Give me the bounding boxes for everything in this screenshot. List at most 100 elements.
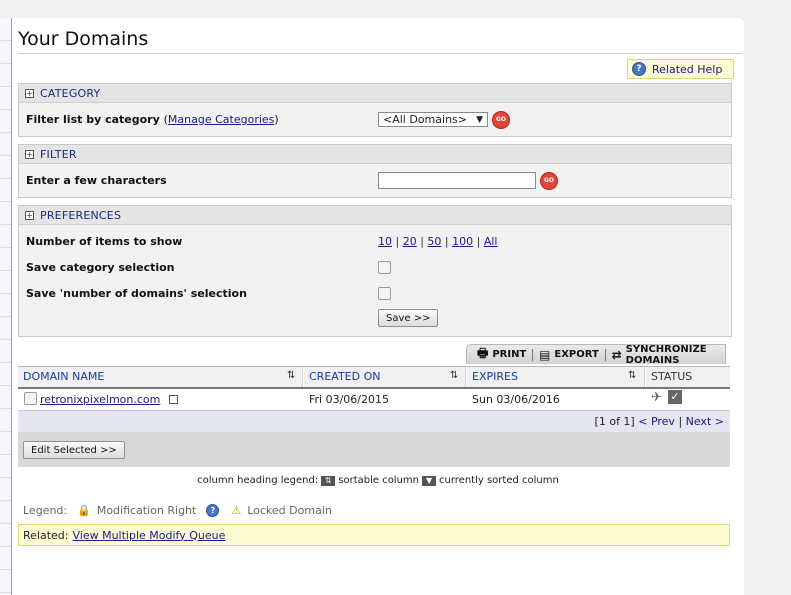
category-filter-label: Filter list by category (Manage Categori… — [26, 113, 279, 126]
export-icon: ▤ — [539, 347, 551, 362]
expires-cell: Sun 03/06/2016 — [472, 393, 560, 406]
pager: [1 of 1] < Prev | Next > — [18, 410, 730, 434]
page-info: [1 of 1] — [594, 415, 635, 428]
column-expires[interactable]: EXPIRES — [472, 370, 518, 383]
sorted-icon: ▼ — [422, 475, 437, 486]
category-controls: <All Domains> ▼ GO — [378, 110, 510, 129]
dropdown-arrow-icon: ▼ — [476, 114, 483, 125]
column-created-on[interactable]: CREATED ON — [309, 370, 380, 383]
category-select-value: <All Domains> — [383, 113, 467, 126]
manage-categories-link[interactable]: Manage Categories — [168, 113, 274, 126]
column-divider — [465, 367, 467, 387]
expand-icon: + — [25, 149, 34, 159]
items-row: Number of items to show 10 | 20 | 50 | 1… — [19, 228, 731, 254]
status-icon-transfer: ✈ — [651, 390, 662, 405]
save-button-row: Save >> — [19, 306, 731, 330]
expand-icon: + — [25, 88, 34, 98]
page-title: Your Domains — [18, 28, 149, 50]
modification-label: Modification Right — [96, 504, 197, 517]
filter-header-label: FILTER — [40, 147, 77, 161]
column-divider — [644, 367, 646, 387]
top-bar — [0, 0, 791, 18]
filter-row: Enter a few characters GO — [19, 164, 731, 197]
left-gutter — [0, 18, 11, 595]
tab-divider — [532, 348, 534, 361]
export-tab[interactable]: ▤ EXPORT — [539, 348, 599, 362]
column-legend: column heading legend: ⇅ sortable column… — [12, 475, 744, 486]
tab-divider — [604, 348, 606, 361]
title-divider — [18, 53, 742, 54]
created-cell: Fri 03/06/2015 — [309, 393, 390, 406]
print-tab[interactable]: 🖶 PRINT — [477, 344, 526, 365]
status-icon-check: ✓ — [668, 390, 682, 404]
filter-controls: GO — [378, 171, 558, 190]
table-header: DOMAIN NAME ⇅ CREATED ON ⇅ EXPIRES ⇅ STA… — [18, 366, 730, 389]
lock-icon: 🔒 — [77, 504, 91, 517]
save-button[interactable]: Save >> — [378, 309, 439, 327]
edit-selected-button[interactable]: Edit Selected >> — [23, 441, 125, 459]
sync-tab[interactable]: ⇄ SYNCHRONIZE DOMAINS — [612, 344, 725, 366]
pager-controls: [1 of 1] < Prev | Next > — [594, 415, 724, 428]
filter-input[interactable] — [378, 172, 536, 189]
filter-label: Enter a few characters — [26, 174, 167, 187]
preferences-header[interactable]: + PREFERENCES — [19, 206, 731, 225]
next-link[interactable]: Next > — [686, 415, 724, 428]
sorted-label: currently sorted column — [439, 475, 559, 486]
status-legend: Legend: 🔒 Modification Right ? ⚠ Locked … — [23, 504, 332, 517]
size-link-50[interactable]: 50 — [427, 235, 441, 248]
view-queue-link[interactable]: View Multiple Modify Queue — [72, 529, 225, 542]
size-link-10[interactable]: 10 — [378, 235, 392, 248]
items-label: Number of items to show — [26, 234, 183, 248]
filter-header[interactable]: + FILTER — [19, 145, 731, 164]
category-header-label: CATEGORY — [40, 86, 101, 100]
save-category-control — [378, 260, 391, 274]
save-number-checkbox[interactable] — [378, 286, 391, 300]
sort-icon[interactable]: ⇅ — [287, 370, 295, 381]
column-legend-label: column heading legend: — [197, 475, 319, 486]
save-category-row: Save category selection — [19, 254, 731, 280]
save-category-label: Save category selection — [26, 260, 175, 274]
column-domain-name[interactable]: DOMAIN NAME — [23, 370, 104, 383]
domain-link[interactable]: retronixpixelmon.com — [40, 393, 160, 406]
save-number-label: Save 'number of domains' selection — [26, 286, 247, 300]
save-category-checkbox[interactable] — [378, 260, 391, 274]
related-help-button[interactable]: ? Related Help — [627, 59, 734, 79]
row-select-checkbox[interactable] — [24, 392, 37, 405]
related-help-label: Related Help — [652, 62, 723, 76]
size-link-20[interactable]: 20 — [403, 235, 417, 248]
right-pane — [744, 18, 791, 595]
sort-icon[interactable]: ⇅ — [628, 370, 636, 381]
sync-icon: ⇄ — [611, 347, 622, 362]
category-section: + CATEGORY Filter list by category (Mana… — [18, 83, 732, 137]
sort-icon[interactable]: ⇅ — [450, 370, 458, 381]
sortable-label: sortable column — [338, 475, 420, 486]
table-row: retronixpixelmon.com Fri 03/06/2015 Sun … — [18, 389, 730, 410]
filter-go-button[interactable]: GO — [540, 171, 558, 190]
related-label: Related: — [23, 528, 69, 542]
domain-cell: retronixpixelmon.com — [40, 393, 178, 406]
expand-icon: + — [25, 210, 34, 220]
category-header[interactable]: + CATEGORY — [19, 84, 731, 103]
items-size-links: 10 | 20 | 50 | 100 | All — [378, 234, 498, 248]
preferences-section: + PREFERENCES Number of items to show 10… — [18, 205, 732, 337]
category-filter-text: Filter list by category — [26, 113, 160, 126]
save-button-wrap: Save >> — [378, 309, 439, 327]
table-toolbar: 🖶 PRINT ▤ EXPORT ⇄ SYNCHRONIZE DOMAINS — [466, 344, 726, 366]
related-bar: Related: View Multiple Modify Queue — [18, 524, 730, 546]
size-link-100[interactable]: 100 — [452, 235, 473, 248]
column-status: STATUS — [651, 370, 693, 383]
table-footer: Edit Selected >> — [18, 432, 730, 467]
filter-section: + FILTER Enter a few characters GO — [18, 144, 732, 198]
note-icon[interactable] — [168, 395, 178, 404]
domains-panel: Your Domains ? Related Help + CATEGORY F… — [12, 18, 744, 595]
warning-icon: ⚠ — [231, 504, 242, 517]
category-select[interactable]: <All Domains> ▼ — [378, 112, 488, 127]
category-go-button[interactable]: GO — [492, 110, 510, 129]
print-label: PRINT — [492, 349, 527, 360]
help-icon[interactable]: ? — [206, 504, 220, 517]
export-label: EXPORT — [554, 349, 599, 360]
sortable-icon: ⇅ — [321, 475, 336, 486]
size-link-all[interactable]: All — [484, 235, 498, 248]
preferences-header-label: PREFERENCES — [40, 208, 122, 222]
prev-link[interactable]: < Prev — [638, 415, 675, 428]
